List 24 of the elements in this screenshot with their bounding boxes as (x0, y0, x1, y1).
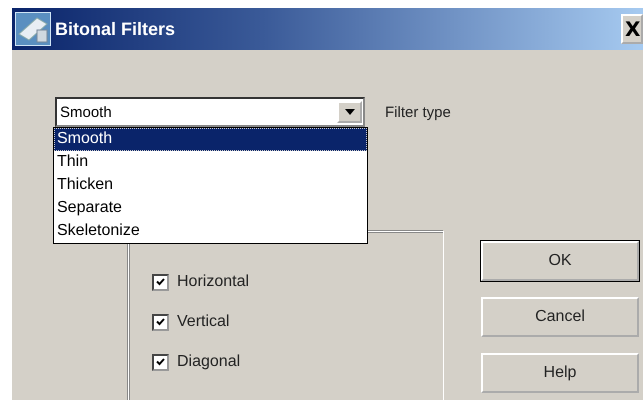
checkbox[interactable] (152, 274, 169, 290)
filter-type-dropdown[interactable]: Smooth (55, 97, 365, 127)
check-icon (156, 318, 165, 326)
dropdown-option[interactable]: Thicken (54, 174, 367, 197)
dropdown-option[interactable]: Thin (54, 151, 367, 174)
window-title: Bitonal Filters (55, 18, 176, 40)
dialog-button[interactable]: OK (481, 241, 639, 281)
checkbox[interactable] (152, 314, 169, 330)
dropdown-option[interactable]: Smooth (54, 128, 367, 151)
check-icon (156, 358, 165, 366)
close-button[interactable]: X (621, 14, 643, 44)
checkbox-label: Horizontal (177, 273, 250, 291)
dialog-button[interactable]: Help (481, 353, 639, 393)
checkbox-label: Vertical (177, 313, 230, 331)
caret-icon (344, 109, 354, 115)
checkbox[interactable] (152, 354, 169, 370)
dropdown-option[interactable]: Separate (54, 197, 367, 220)
check-icon (156, 278, 165, 286)
dropdown-value: Smooth (59, 104, 112, 120)
dialog-button[interactable]: Cancel (481, 297, 639, 337)
filter-type-label: Filter type (385, 104, 451, 120)
dropdown-option[interactable]: Skeletonize (54, 220, 367, 243)
checkbox-label: Diagonal (177, 353, 240, 371)
dropdown-arrow-button[interactable] (337, 101, 362, 123)
